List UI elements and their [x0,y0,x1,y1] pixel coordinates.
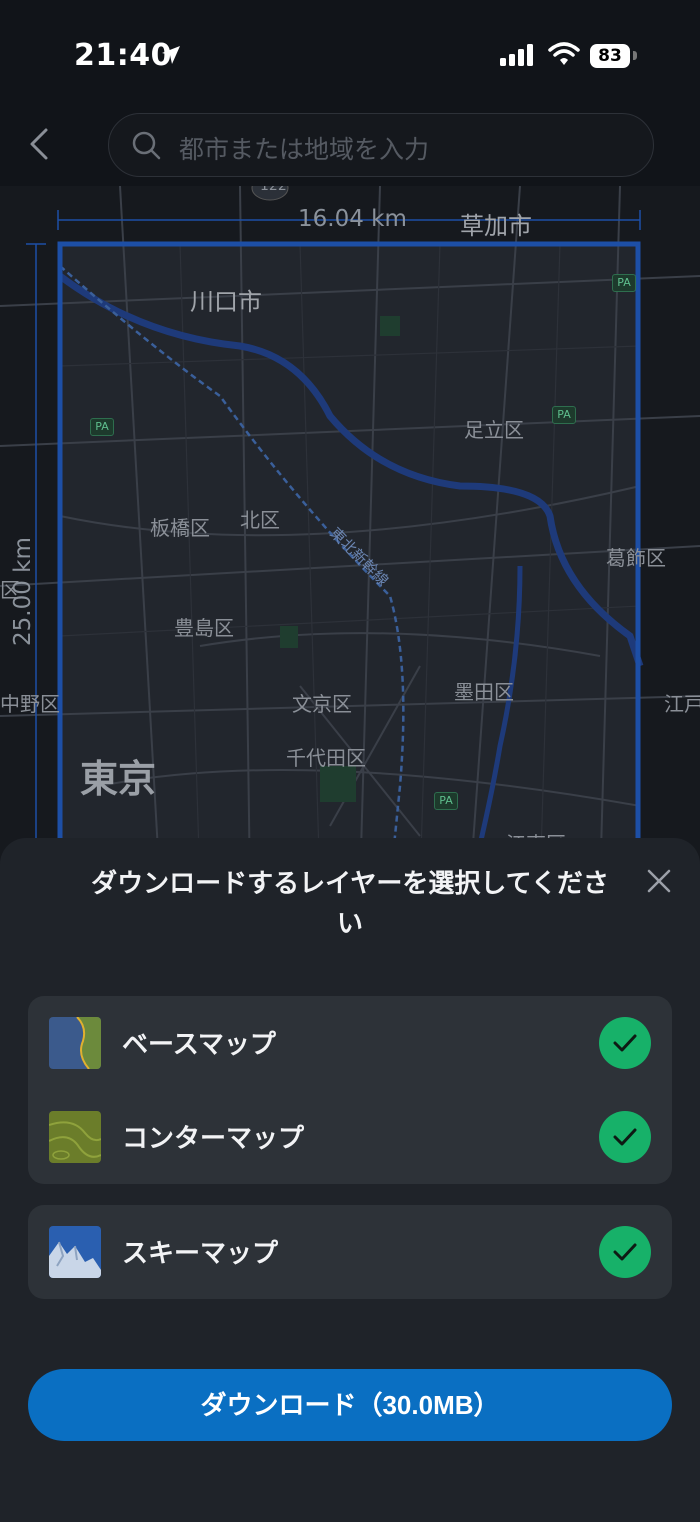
map-view[interactable]: 16.04 km 25.00 km 122 川口市 草加市 足立区 板橋区 北区… [0,186,700,886]
place-label: 豊島区 [174,616,234,640]
cellular-signal-icon [500,44,536,70]
place-label: 東京 [80,757,157,801]
check-icon [613,1128,637,1146]
battery-tip [633,51,637,60]
status-bar: 21:40 83 [0,0,700,100]
place-label: 川口市 [190,288,262,316]
width-dimension-label: 16.04 km [298,206,407,232]
place-label: 江戸 [664,692,700,716]
battery-icon: 83 [590,44,630,68]
place-label: 板橋区 [150,516,210,540]
layer-name: コンターマップ [122,1124,305,1154]
layer-name: ベースマップ [122,1030,276,1060]
layer-name: スキーマップ [122,1239,279,1269]
layer-row-ski[interactable]: スキーマップ [28,1205,672,1299]
contour-thumbnail [49,1111,101,1163]
parking-area-icon: PA [90,418,114,436]
layer-row-basemap[interactable]: ベースマップ [28,996,672,1090]
parking-area-icon: PA [552,406,576,424]
place-label: 千代田区 [286,746,366,770]
layer-row-contour[interactable]: コンターマップ [28,1090,672,1184]
checkmark-toggle[interactable] [599,1226,651,1278]
place-label: 中野区 [0,692,60,716]
sheet-title: ダウンロードするレイヤーを選択してください [91,869,609,939]
place-label: 北区 [240,508,280,532]
layer-group: ベースマップ コンターマップ [28,996,672,1184]
download-button[interactable]: ダウンロード（30.0MB） [28,1369,672,1441]
search-placeholder: 都市または地域を入力 [179,135,430,164]
header: 都市または地域を入力 [0,100,700,186]
close-icon [647,869,671,893]
check-icon [613,1034,637,1052]
basemap-thumbnail [49,1017,101,1069]
ski-thumbnail [49,1226,101,1278]
place-label: 足立区 [464,418,524,442]
wifi-icon [548,42,580,70]
search-input[interactable]: 都市または地域を入力 [108,113,654,177]
place-label: 墨田区 [454,680,514,704]
status-time: 21:40 [74,38,172,73]
layer-group: スキーマップ [28,1205,672,1299]
checkmark-toggle[interactable] [599,1111,651,1163]
place-label: 区 [0,578,20,602]
checkmark-toggle[interactable] [599,1017,651,1069]
back-button[interactable] [22,124,58,164]
place-label: 草加市 [460,212,532,240]
parking-area-icon: PA [612,274,636,292]
location-arrow-icon [160,44,182,70]
search-icon [131,130,163,166]
check-icon [613,1243,637,1261]
layer-selection-sheet: ダウンロードするレイヤーを選択してください ベースマップ コンターマップ スキー… [0,838,700,1522]
close-button[interactable] [644,866,674,896]
parking-area-icon: PA [434,792,458,810]
route-shield-label: 122 [260,186,287,194]
place-label: 文京区 [292,692,352,716]
place-label: 葛飾区 [606,546,666,570]
